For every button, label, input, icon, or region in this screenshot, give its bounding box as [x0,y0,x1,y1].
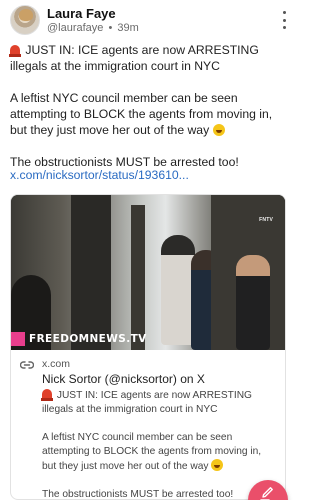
brand-logo-icon [11,332,25,346]
post-meta: @laurafaye • 39m [47,22,139,34]
post-paragraph-3: The obstructionists MUST be arrested too… [10,155,239,169]
post-paragraph-1: JUST IN: ICE agents are now ARRESTING il… [10,43,259,73]
pencil-icon [260,487,273,500]
avatar[interactable] [10,5,40,35]
link-preview-body: x.com Nick Sortor (@nicksortor) on X JUS… [11,350,285,500]
link-preview-image[interactable]: FNTV FREEDOMNEWS.TV [11,195,285,350]
author-handle[interactable]: @laurafaye [47,22,103,34]
post-header: Laura Faye @laurafaye • 39m [10,5,290,35]
laughing-emoji-icon [211,459,224,471]
meta-separator: • [108,22,113,34]
siren-emoji-icon [41,389,53,401]
post-link[interactable]: x.com/nicksortor/status/193610... [10,168,189,182]
link-preview-card[interactable]: FNTV FREEDOMNEWS.TV x.com Nick Sortor (@… [10,194,286,500]
author-name[interactable]: Laura Faye [47,6,116,21]
laughing-emoji-icon [212,124,225,136]
card-title[interactable]: Nick Sortor (@nicksortor) on X [42,372,205,386]
image-brand-text: FREEDOMNEWS.TV [29,333,147,345]
kebab-menu-icon[interactable] [278,11,290,29]
card-desc-3: The obstructionists MUST be arrested too… [42,489,234,500]
post-paragraph: JUST IN: ICE agents are now ARRESTING il… [9,42,290,74]
link-icon [20,361,34,369]
card-domain: x.com [42,358,71,370]
image-watermark: FNTV [259,217,273,223]
card-desc-paragraph: JUST IN: ICE agents are now ARRESTING il… [41,389,277,417]
card-description: JUST IN: ICE agents are now ARRESTING il… [41,389,277,500]
card-desc-paragraph: A leftist NYC council member can be seen… [42,431,277,474]
image-brand-bar: FREEDOMNEWS.TV [11,332,147,346]
siren-emoji-icon [9,45,21,57]
post-time[interactable]: 39m [117,22,138,34]
post-paragraph: A leftist NYC council member can be seen… [10,90,290,138]
post-paragraph-2: A leftist NYC council member can be seen… [10,91,273,137]
card-desc-1: JUST IN: ICE agents are now ARRESTING il… [42,390,252,415]
card-desc-2: A leftist NYC council member can be seen… [42,432,262,472]
card-desc-paragraph: The obstructionists MUST be arrested too… [42,488,277,500]
post-body: JUST IN: ICE agents are now ARRESTING il… [9,42,290,186]
